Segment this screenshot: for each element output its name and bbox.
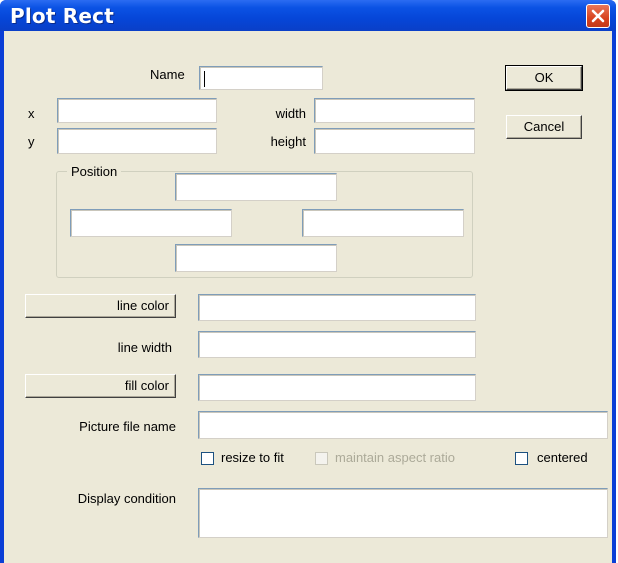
centered-checkbox[interactable] — [515, 452, 528, 465]
line-width-field[interactable] — [198, 331, 476, 358]
fill-color-field[interactable] — [198, 374, 476, 401]
position-right-field[interactable] — [302, 209, 464, 237]
picture-file-label: Picture file name — [79, 419, 176, 434]
line-width-label: line width — [117, 340, 172, 355]
width-label: width — [275, 106, 306, 121]
line-color-button[interactable]: line color — [25, 294, 176, 318]
window-frame-right — [612, 31, 616, 563]
cancel-button[interactable]: Cancel — [506, 115, 582, 139]
centered-label: centered — [537, 450, 588, 465]
position-bottom-field[interactable] — [175, 244, 337, 272]
x-field[interactable] — [57, 98, 217, 123]
height-field[interactable] — [314, 128, 475, 154]
width-field[interactable] — [314, 98, 475, 123]
title-bar[interactable]: Plot Rect — [0, 0, 616, 31]
name-field[interactable] — [199, 66, 323, 90]
plot-rect-dialog: Plot Rect Name OK Cancel x width y heigh… — [0, 0, 616, 563]
dialog-client-area: Name OK Cancel x width y height Position… — [4, 31, 612, 563]
position-group-label: Position — [67, 164, 122, 180]
height-label: height — [270, 134, 306, 149]
maintain-aspect-ratio-checkbox[interactable] — [315, 452, 328, 465]
dialog-title: Plot Rect — [10, 4, 114, 28]
close-x-icon — [591, 9, 605, 23]
maintain-aspect-ratio-label: maintain aspect ratio — [335, 450, 455, 465]
close-button[interactable] — [586, 4, 610, 28]
fill-color-button[interactable]: fill color — [25, 374, 176, 398]
position-left-field[interactable] — [70, 209, 232, 237]
position-top-field[interactable] — [175, 173, 337, 201]
x-label: x — [28, 106, 35, 121]
picture-file-field[interactable] — [198, 411, 608, 439]
name-label: Name — [150, 67, 185, 82]
y-field[interactable] — [57, 128, 217, 154]
y-label: y — [28, 134, 35, 149]
resize-to-fit-checkbox[interactable] — [201, 452, 214, 465]
resize-to-fit-label: resize to fit — [221, 450, 284, 465]
ok-button[interactable]: OK — [505, 65, 583, 91]
display-condition-field[interactable] — [198, 488, 608, 538]
display-condition-label: Display condition — [77, 491, 176, 506]
line-color-field[interactable] — [198, 294, 476, 321]
text-caret — [204, 71, 205, 87]
